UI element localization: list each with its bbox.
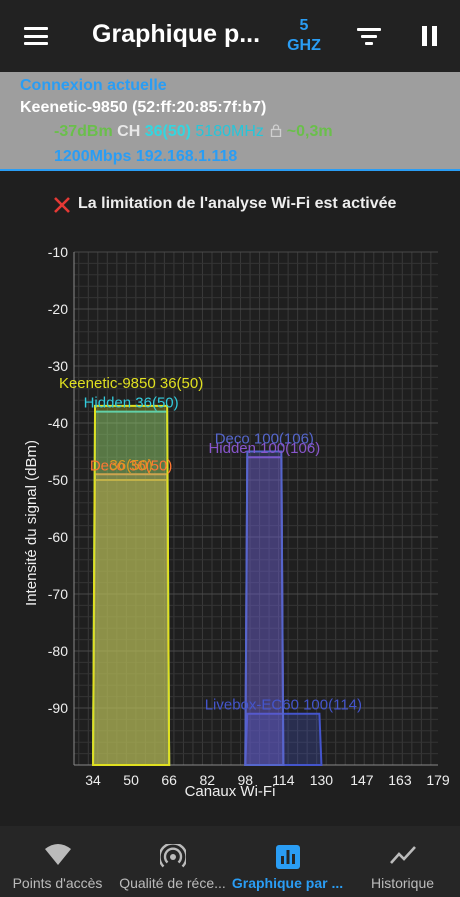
signal-quality-icon — [159, 844, 186, 868]
nav-label: Qualité de réce... — [119, 875, 226, 891]
band-number: 5 — [299, 17, 309, 34]
signal-strength: -37dBm — [54, 123, 113, 140]
wifi-icon — [44, 844, 71, 865]
network-label: Hidden 36(50) — [84, 395, 179, 412]
nav-label: Historique — [370, 875, 435, 891]
x-axis-label: Canaux Wi-Fi — [185, 783, 276, 800]
y-tick-label: -20 — [48, 301, 68, 317]
x-tick-label: 130 — [310, 772, 334, 788]
y-tick-label: -50 — [48, 472, 68, 488]
y-tick-label: -60 — [48, 529, 68, 545]
pause-icon[interactable] — [420, 26, 438, 46]
band-unit: GHZ — [287, 37, 321, 54]
nav-label: Points d'accès — [12, 875, 103, 891]
connection-details: -37dBm CH 36(50) 5180MHz ~0,3m — [54, 123, 333, 141]
channel-value: 36(50) — [144, 123, 191, 140]
network-label: Hidden 100(106) — [208, 440, 320, 457]
connection-title: Connexion actuelle — [20, 77, 167, 94]
frequency: 5180MHz — [195, 123, 264, 140]
channel-graph[interactable]: -10-20-30-40-50-60-70-80-9034 50 66 82 98 114… — [0, 230, 460, 800]
x-tick-label: 66 — [161, 772, 177, 788]
y-tick-label: -90 — [48, 700, 68, 716]
trend-line-icon — [389, 846, 416, 864]
x-tick-label: 114 — [272, 772, 295, 788]
y-tick-label: -40 — [48, 415, 68, 431]
close-icon — [54, 197, 70, 213]
nav-history[interactable]: Historique — [345, 826, 460, 897]
x-tick-label: 34 — [85, 772, 101, 788]
nav-label: Graphique par ... — [231, 875, 344, 891]
network-label: Keenetic-9850 36(50) — [59, 375, 203, 392]
connection-speed-ip: 1200Mbps 192.168.1.118 — [54, 148, 238, 165]
y-axis-label: Intensité du signal (dBm) — [23, 440, 40, 606]
network-label: 36(50) — [109, 457, 152, 474]
y-tick-label: -70 — [48, 586, 68, 602]
network-label: Livebox-EC60 100(114) — [205, 697, 362, 714]
channel-label: CH — [117, 123, 141, 140]
x-tick-label: 50 — [123, 772, 139, 788]
app-bar: Graphique p... 5 GHZ — [0, 0, 460, 72]
connection-ssid: Keenetic-9850 (52:ff:20:85:7f:b7) — [20, 99, 267, 116]
x-tick-label: 147 — [350, 772, 374, 788]
network-area — [244, 450, 285, 766]
distance: ~0,3m — [286, 123, 333, 140]
bar-chart-icon — [275, 845, 300, 869]
x-tick-label: 179 — [426, 772, 450, 788]
lock-icon — [271, 124, 282, 138]
page-title: Graphique p... — [92, 20, 261, 48]
nav-channel-graph[interactable]: Graphique par ... — [230, 826, 345, 897]
filter-icon[interactable] — [357, 26, 381, 46]
band-selector-button[interactable]: 5 GHZ — [280, 16, 328, 56]
nav-access-points[interactable]: Points d'accès — [0, 826, 115, 897]
y-tick-label: -30 — [48, 358, 68, 374]
menu-icon[interactable] — [24, 27, 48, 45]
warning-text: La limitation de l'analyse Wi-Fi est act… — [78, 195, 397, 212]
nav-signal-quality[interactable]: Qualité de réce... — [115, 826, 230, 897]
y-tick-label: -10 — [48, 244, 68, 260]
x-tick-label: 163 — [388, 772, 412, 788]
y-tick-label: -80 — [48, 643, 68, 659]
bottom-navigation: Points d'accès Qualité de réce... Graphi… — [0, 826, 460, 897]
